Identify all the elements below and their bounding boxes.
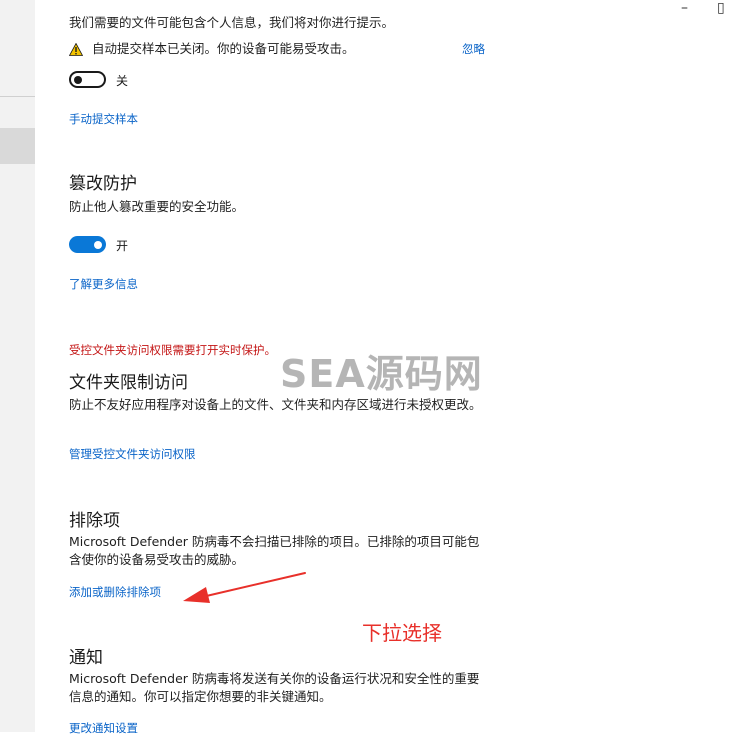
add-remove-exclusions-link[interactable]: 添加或删除排除项 [69,584,161,600]
manage-folder-access-link[interactable]: 管理受控文件夹访问权限 [69,446,196,462]
nav-divider [0,96,35,97]
sample-submission-toggle-label: 关 [116,74,129,88]
folder-access-error: 受控文件夹访问权限需要打开实时保护。 [69,343,276,357]
tamper-protection-toggle-label: 开 [116,239,129,253]
manual-submit-link[interactable]: 手动提交样本 [69,111,138,127]
navigation-pane [0,0,35,732]
tamper-protection-heading: 篡改防护 [69,174,137,194]
minimize-button[interactable]: – [681,0,688,16]
restore-button[interactable]: ▯ [717,0,725,16]
exclusions-heading: 排除项 [69,511,120,531]
watermark: SEA源码网 [280,352,483,396]
folder-access-description: 防止不友好应用程序对设备上的文件、文件夹和内存区域进行未授权更改。 [69,397,482,412]
notifications-heading: 通知 [69,648,103,668]
notifications-description: Microsoft Defender 防病毒将发送有关你的设备运行状况和安全性的… [69,671,480,704]
tamper-protection-toggle[interactable] [69,236,106,253]
annotation-arrow-icon [183,572,306,603]
folder-access-heading: 文件夹限制访问 [69,373,188,393]
nav-selected-item[interactable] [0,128,35,164]
change-notification-settings-link[interactable]: 更改通知设置 [69,720,138,736]
learn-more-link[interactable]: 了解更多信息 [69,276,138,292]
warning-text: 自动提交样本已关闭。你的设备可能易受攻击。 [92,41,355,56]
warning-icon [69,43,83,56]
sample-submission-description: 我们需要的文件可能包含个人信息，我们将对你进行提示。 [69,15,395,30]
annotation-label: 下拉选择 [362,621,442,645]
dismiss-link[interactable]: 忽略 [462,41,485,57]
toggle-knob [74,75,82,84]
toggle-knob [94,240,102,249]
tamper-protection-description: 防止他人篡改重要的安全功能。 [69,199,245,214]
sample-submission-toggle[interactable] [69,71,106,88]
exclusions-description: Microsoft Defender 防病毒不会扫描已排除的项目。已排除的项目可… [69,534,480,567]
